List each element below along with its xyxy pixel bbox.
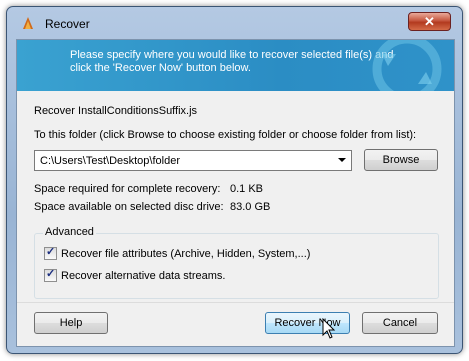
cancel-button[interactable]: Cancel — [362, 312, 438, 334]
recover-streams-checkbox[interactable] — [44, 267, 57, 282]
folder-prompt: To this folder (click Browse to choose e… — [34, 129, 417, 141]
recover-attributes-label: Recover file attributes (Archive, Hidden… — [61, 247, 311, 260]
space-available-value: 83.0 GB — [230, 201, 271, 213]
recover-now-button[interactable]: Recover Now — [265, 312, 350, 334]
space-required-value: 0.1 KB — [230, 183, 264, 195]
advanced-group: Advanced Recover file attributes (Archiv… — [34, 226, 439, 299]
browse-button[interactable]: Browse — [364, 149, 438, 171]
banner-text: Please specify where you would like to r… — [70, 49, 394, 74]
recover-streams-option[interactable]: Recover alternative data streams. — [44, 267, 226, 282]
close-button[interactable]: ✕ — [408, 12, 451, 31]
space-available-label: Space available on selected disc drive: — [34, 201, 224, 213]
advanced-group-title: Advanced — [43, 226, 96, 238]
dialog-content: Please specify where you would like to r… — [16, 39, 455, 347]
info-banner: Please specify where you would like to r… — [17, 40, 454, 91]
recover-attributes-option[interactable]: Recover file attributes (Archive, Hidden… — [44, 245, 311, 260]
mouse-cursor-icon — [322, 318, 336, 339]
title-bar[interactable]: Recover ✕ — [7, 7, 462, 37]
recover-attributes-checkbox[interactable] — [44, 245, 57, 260]
chevron-down-icon[interactable] — [338, 158, 346, 162]
footer-divider — [17, 302, 454, 303]
space-required-label: Space required for complete recovery: — [34, 183, 221, 195]
recover-file-label: Recover InstallConditionsSuffix.js — [34, 105, 198, 117]
window-title: Recover — [45, 17, 90, 31]
recover-streams-label: Recover alternative data streams. — [61, 269, 226, 282]
help-button[interactable]: Help — [34, 312, 108, 334]
folder-path-value: C:\Users\Test\Desktop\folder — [40, 155, 180, 167]
app-logo-icon — [23, 17, 33, 29]
recover-dialog: Recover ✕ Please specify where you would… — [6, 6, 463, 354]
folder-path-combobox[interactable]: C:\Users\Test\Desktop\folder — [34, 150, 352, 171]
recovery-arrows-icon — [372, 40, 442, 91]
